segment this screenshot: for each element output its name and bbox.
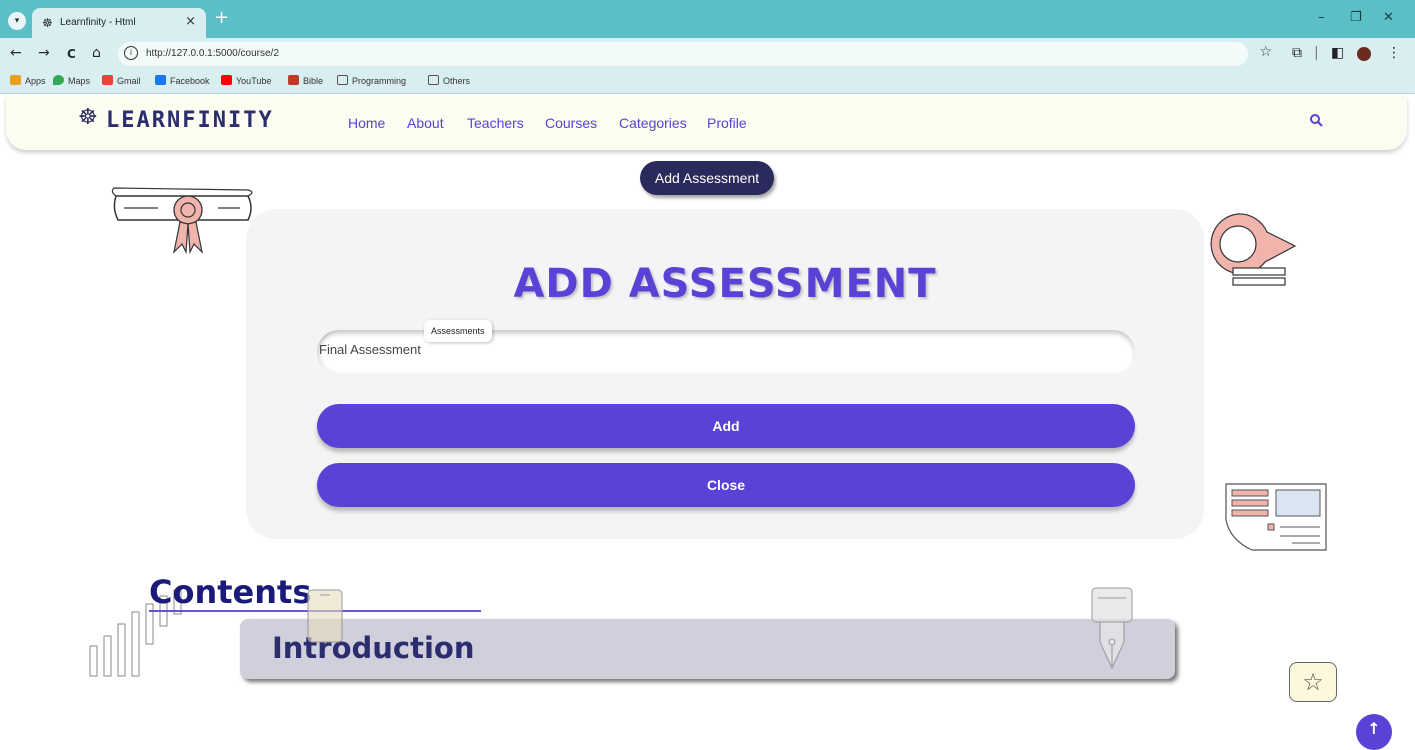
bible-icon [288,75,299,85]
add-assessment-pill-button[interactable]: Add Assessment [640,161,774,195]
speech-bubble-icon [1210,213,1297,286]
tab-title: Learnfinity - Html [60,17,136,28]
restore-button[interactable]: ❐ [1350,10,1362,25]
graduation-cap-logo-icon[interactable]: ☸ [78,106,98,130]
assessments-field-label: Assessments [424,320,492,342]
url-text[interactable]: http://127.0.0.1:5000/course/2 [146,48,279,59]
close-window-button[interactable]: ✕ [1383,10,1394,25]
bookmark-star-icon[interactable]: ☆ [1259,44,1272,60]
bookmark-label: Programming [352,76,407,86]
contents-heading: Contents [149,573,312,611]
search-icon[interactable] [1309,113,1323,127]
tab-search-icon[interactable]: ▾ [8,12,26,30]
bookmark-label: Gmail [117,76,141,86]
side-panel-icon[interactable]: ◧ [1331,45,1344,61]
menu-kebab-icon[interactable]: ⋮ [1387,45,1401,61]
add-assessment-modal: ADD ASSESSMENT Assessments Add Close [246,209,1204,539]
browser-tab[interactable]: ☸ Learnfinity - Html × [32,8,206,38]
diploma-scroll-icon [111,187,253,255]
fountain-pen-icon [1091,587,1133,670]
bookmark-facebook[interactable]: Facebook [155,75,210,86]
close-button[interactable]: Close [317,463,1135,507]
apps-grid-icon [10,75,21,85]
arrow-up-icon[interactable]: ↑ [1356,714,1392,750]
gmail-icon [102,75,113,85]
add-button[interactable]: Add [317,404,1135,448]
bookmark-programming[interactable]: Programming [337,75,406,86]
reload-button[interactable]: C [67,46,76,62]
nav-home[interactable]: Home [348,115,385,131]
bookmark-others[interactable]: Others [428,75,470,86]
site-navbar: ☸ LEARNFINITY Home About Teachers Course… [6,96,1407,150]
minimize-button[interactable]: – [1318,10,1325,25]
nav-courses[interactable]: Courses [545,115,597,131]
facebook-icon [155,75,166,85]
bookmark-gmail[interactable]: Gmail [102,75,141,86]
modal-title: ADD ASSESSMENT [513,261,937,307]
bookmark-bible[interactable]: Bible [288,75,323,86]
youtube-icon [221,75,232,85]
nav-teachers[interactable]: Teachers [467,115,524,131]
nav-categories[interactable]: Categories [619,115,687,131]
address-bar: ← → C ⌂ i http://127.0.0.1:5000/course/2… [0,38,1415,70]
nav-profile[interactable]: Profile [707,115,747,131]
new-tab-button[interactable]: + [214,8,229,28]
bookmark-label: Bible [303,76,324,86]
browser-tab-bar: ▾ ☸ Learnfinity - Html × + – ❐ ✕ [0,0,1415,38]
bookmark-apps[interactable]: Apps [10,75,46,86]
document-layout-icon [1225,483,1327,551]
profile-avatar[interactable] [1357,47,1371,61]
back-button[interactable]: ← [10,45,22,61]
bookmark-label: Facebook [170,76,210,86]
bookmark-label: YouTube [236,76,272,86]
forward-button[interactable]: → [38,45,50,61]
star-outline-icon[interactable]: ☆ [1289,662,1337,702]
nav-about[interactable]: About [407,115,444,131]
site-logo[interactable]: LEARNFINITY [106,108,274,133]
bookmark-youtube[interactable]: YouTube [221,75,271,86]
bookmark-label: Others [443,76,471,86]
url-field[interactable]: i http://127.0.0.1:5000/course/2 ☆ [118,42,1272,66]
bookmarks-bar: Apps Maps Gmail Facebook YouTube Bible P… [0,70,1415,94]
learnfinity-favicon-icon: ☸ [42,16,53,30]
maps-pin-icon [53,75,64,85]
assessment-name-input[interactable] [319,342,1019,357]
content-item-label: Introduction [272,631,475,665]
home-button[interactable]: ⌂ [92,45,101,61]
site-info-icon[interactable]: i [124,46,138,60]
bookmark-maps[interactable]: Maps [53,75,90,86]
extensions-icon[interactable]: ⧉ [1292,45,1302,61]
folder-icon [337,75,348,85]
divider: | [1314,45,1319,61]
content-item-introduction[interactable]: Introduction [240,619,1175,679]
folder-icon [428,75,439,85]
bookmark-label: Apps [25,76,46,86]
phone-decor-icon [307,589,343,643]
close-tab-icon[interactable]: × [185,14,196,29]
bookmark-label: Maps [68,76,91,86]
